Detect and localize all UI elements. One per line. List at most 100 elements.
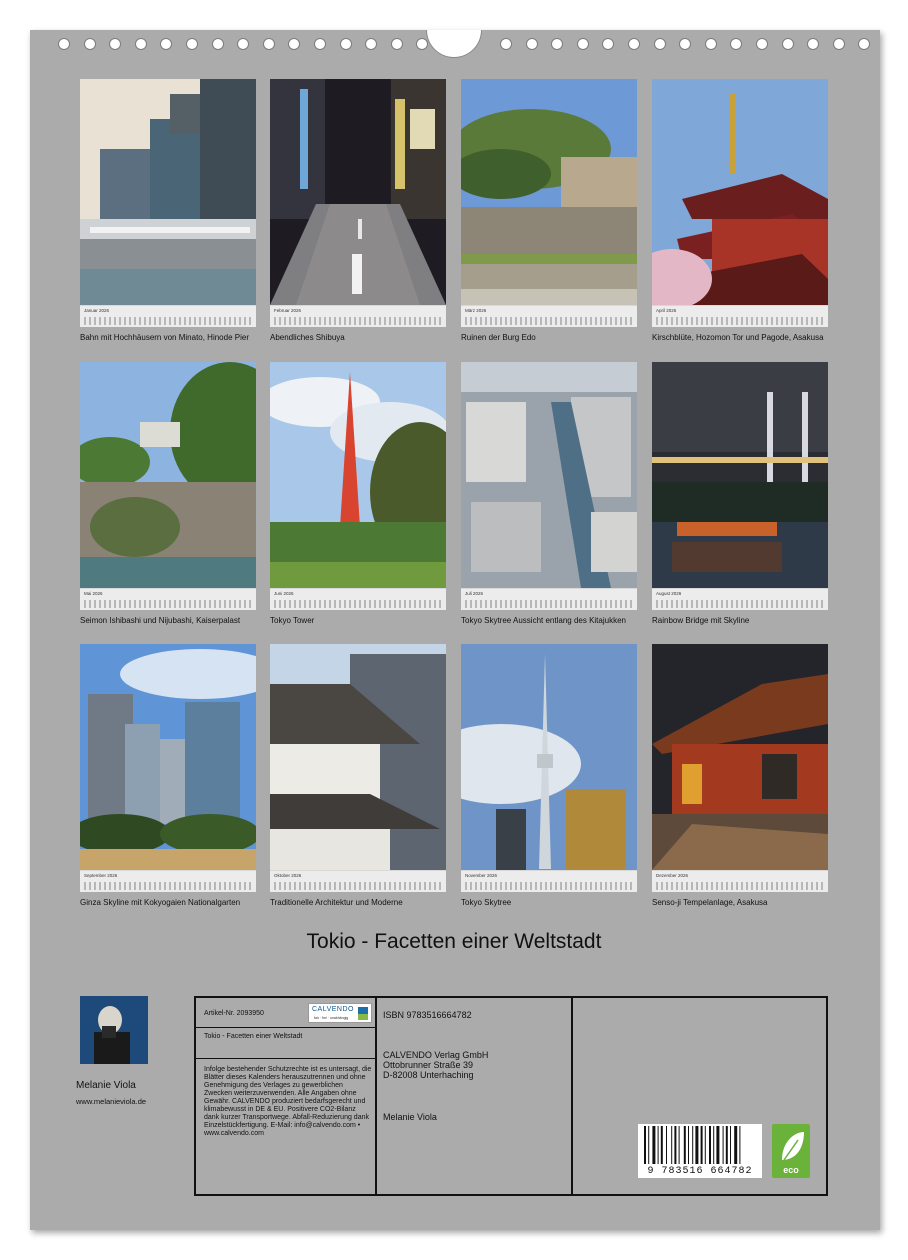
month-label: April 2026	[656, 308, 677, 313]
photo-september	[80, 644, 256, 870]
month-tile-may: Mai 2026 Seimon Ishibashi und Nijubashi,…	[80, 362, 256, 625]
imprint-box: Artikel-Nr. 2093950 CALVENDO fair · frei…	[194, 996, 828, 1196]
binding-hole	[807, 38, 820, 50]
binding-hole	[58, 38, 70, 50]
imprint-column-left: Artikel-Nr. 2093950 CALVENDO fair · frei…	[196, 998, 377, 1194]
eco-badge: eco	[772, 1124, 810, 1178]
photo-november	[461, 644, 637, 870]
calvendo-logo: CALVENDO fair · frei · unabhängig	[308, 1003, 372, 1023]
binding-hole	[339, 38, 352, 50]
binding-hole	[653, 38, 666, 50]
calendar-days	[274, 882, 442, 890]
photo-january	[80, 79, 256, 305]
calendar-days	[656, 317, 824, 325]
month-tile-july: Juli 2026 Tokyo Skytree Aussicht entlang…	[461, 362, 637, 625]
month-label: August 2026	[656, 591, 682, 596]
binding-hole	[756, 38, 768, 50]
photo-caption: Ruinen der Burg Edo	[461, 333, 536, 342]
photo-june	[270, 362, 446, 588]
month-tile-november: November 2026 Tokyo Skytree	[461, 644, 637, 907]
photo-caption: Senso-ji Tempelanlage, Asakusa	[652, 898, 768, 907]
calendar-days	[656, 600, 824, 608]
month-tile-december: Dezember 2026 Senso-ji Tempelanlage, Asa…	[652, 644, 828, 907]
photo-february	[270, 79, 446, 305]
month-label: Januar 2026	[84, 308, 110, 313]
calendar-strip: Juni 2026	[270, 588, 446, 610]
calendar-days	[465, 317, 633, 325]
photo-caption: Bahn mit Hochhäusern von Minato, Hinode …	[80, 333, 249, 342]
binding-hole	[525, 38, 538, 50]
imprint-column-middle: ISBN 9783516664782 CALVENDO Verlag GmbH …	[377, 998, 573, 1194]
binding-hole	[832, 38, 845, 50]
calendar-days	[84, 882, 252, 890]
calendar-days	[465, 882, 633, 890]
photo-caption: Ginza Skyline mit Kokyogaien Nationalgar…	[80, 898, 241, 907]
calendar-strip: Juli 2026	[461, 588, 637, 610]
hanger-notch	[426, 30, 482, 58]
imprint-author: Melanie Viola	[383, 1112, 437, 1122]
month-label: November 2026	[465, 873, 498, 878]
month-tile-october: Oktober 2026 Traditionelle Architektur u…	[270, 644, 446, 907]
binding-hole	[781, 38, 794, 50]
calendar-days	[84, 317, 252, 325]
binding-hole	[262, 38, 275, 50]
photo-caption: Tokyo Skytree Aussicht entlang des Kitaj…	[461, 616, 626, 625]
month-tile-august: August 2026 Rainbow Bridge mit Skyline	[652, 362, 828, 625]
photo-caption: Rainbow Bridge mit Skyline	[652, 616, 750, 625]
article-number: Artikel-Nr. 2093950	[204, 1010, 264, 1017]
binding-hole	[628, 38, 640, 50]
photo-caption: Abendliches Shibuya	[270, 333, 345, 342]
binding-hole	[679, 38, 692, 50]
binding-hole	[186, 38, 198, 50]
binding-hole	[576, 38, 589, 50]
author-name: Melanie Viola	[76, 1080, 136, 1091]
calendar-strip: September 2026	[80, 870, 256, 892]
month-label: März 2026	[465, 308, 487, 313]
month-tile-april: April 2026 Kirschblüte, Hozomon Tor und …	[652, 79, 828, 342]
calendar-strip: Februar 2026	[270, 305, 446, 327]
binding-hole	[500, 38, 512, 50]
calendar-strip: November 2026	[461, 870, 637, 892]
isbn: ISBN 9783516664782	[383, 1010, 472, 1020]
photo-august	[652, 362, 828, 588]
month-label: September 2026	[84, 873, 118, 878]
month-label: Juli 2026	[465, 591, 484, 596]
binding-hole	[390, 38, 403, 50]
month-label: Mai 2026	[84, 591, 103, 596]
month-tile-september: September 2026 Ginza Skyline mit Kokyoga…	[80, 644, 256, 907]
binding-hole	[211, 38, 224, 50]
photo-march	[461, 79, 637, 305]
binding-hole	[551, 38, 564, 50]
calendar-days	[465, 600, 633, 608]
photo-caption: Tokyo Tower	[270, 616, 315, 625]
month-tile-march: März 2026 Ruinen der Burg Edo	[461, 79, 637, 342]
calendar-days	[274, 317, 442, 325]
divider	[196, 1058, 377, 1059]
photo-october	[270, 644, 446, 870]
photo-caption: Traditionelle Architektur und Moderne	[270, 898, 403, 907]
month-label: Oktober 2026	[274, 873, 302, 878]
author-website[interactable]: www.melanieviola.de	[76, 1097, 146, 1106]
calendar-strip: Januar 2026	[80, 305, 256, 327]
binding-hole	[288, 38, 301, 50]
photo-caption: Tokyo Skytree	[461, 898, 512, 907]
isbn-barcode: 9 783516 664782	[638, 1124, 762, 1178]
month-label: Dezember 2026	[656, 873, 689, 878]
calendar-strip: Dezember 2026	[652, 870, 828, 892]
month-tile-february: Februar 2026 Abendliches Shibuya	[270, 79, 446, 342]
binding-hole	[83, 38, 96, 50]
calendar-days	[84, 600, 252, 608]
calendar-strip: April 2026	[652, 305, 828, 327]
author-portrait	[80, 996, 148, 1064]
calendar-days	[656, 882, 824, 890]
binding-hole	[602, 38, 615, 50]
eco-label: eco	[783, 1165, 799, 1175]
month-tile-june: Juni 2026 Tokyo Tower	[270, 362, 446, 625]
legal-notice: Infolge bestehender Schutzrechte ist es …	[204, 1066, 372, 1137]
calendar-strip: März 2026	[461, 305, 637, 327]
photo-april	[652, 79, 828, 305]
publisher-address: CALVENDO Verlag GmbH Ottobrunner Straße …	[383, 1050, 489, 1080]
binding-hole	[237, 38, 250, 50]
photo-december	[652, 644, 828, 870]
photo-caption: Seimon Ishibashi und Nijubashi, Kaiserpa…	[80, 616, 241, 625]
